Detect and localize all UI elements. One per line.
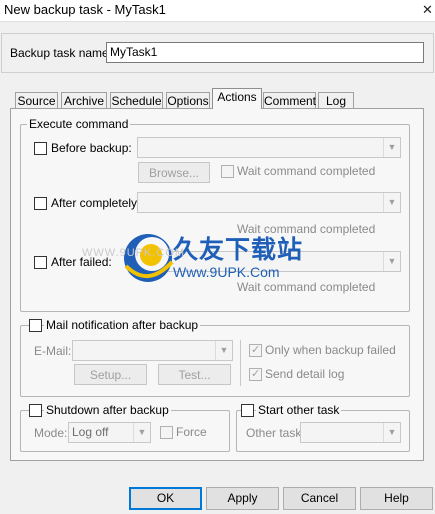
mail-notification-checkbox[interactable] — [29, 319, 42, 332]
mail-notification-group — [20, 325, 410, 397]
other-task-caption: Start other task — [256, 403, 342, 417]
before-backup-checkbox[interactable] — [34, 142, 47, 155]
shutdown-mode-value: Log off — [72, 425, 109, 439]
chevron-down-icon: ▼ — [383, 252, 400, 271]
only-failed-checkbox[interactable] — [249, 343, 262, 357]
mail-setup-button[interactable]: Setup... — [74, 364, 147, 385]
execute-command-caption: Execute command — [27, 117, 131, 131]
wait-command-checkbox[interactable] — [221, 165, 234, 178]
chevron-down-icon: ▼ — [383, 423, 400, 442]
other-task-label: Other task: — [246, 426, 305, 440]
email-combo[interactable]: ▼ — [72, 340, 233, 361]
after-failed-checkbox[interactable] — [34, 256, 47, 269]
mail-test-button[interactable]: Test... — [158, 364, 231, 385]
watermark-url: Www.9UPK.Com — [173, 264, 280, 280]
after-completely-command-combo[interactable]: ▼ — [137, 192, 401, 213]
failed-wait-label: Wait command completed — [237, 280, 376, 294]
chevron-down-icon: ▼ — [215, 341, 232, 360]
tab-actions[interactable]: Actions — [212, 88, 262, 109]
shutdown-checkbox[interactable] — [29, 404, 42, 417]
task-name-label: Backup task name: — [10, 46, 113, 60]
force-checkbox[interactable] — [160, 426, 173, 439]
email-label: E-Mail: — [34, 344, 72, 358]
chevron-down-icon: ▼ — [383, 138, 400, 157]
send-log-label: Send detail log — [265, 367, 345, 381]
other-task-checkbox[interactable] — [241, 404, 254, 417]
cancel-button[interactable]: Cancel — [283, 487, 356, 510]
window-title: New backup task - MyTask1 — [4, 2, 166, 17]
ok-button[interactable]: OK — [129, 487, 202, 510]
close-icon[interactable]: ✕ — [420, 1, 435, 19]
apply-button[interactable]: Apply — [206, 487, 279, 510]
chevron-down-icon: ▼ — [383, 193, 400, 212]
wait-command-label: Wait command completed — [237, 164, 376, 178]
browse-button[interactable]: Browse... — [138, 162, 210, 183]
task-name-input[interactable]: MyTask1 — [106, 42, 424, 63]
title-bar: New backup task - MyTask1 ✕ — [0, 0, 435, 22]
watermark-faint-text: WWW.9UPK.COM — [82, 247, 186, 259]
shutdown-mode-combo[interactable]: Log off ▼ — [68, 422, 151, 443]
send-log-checkbox[interactable] — [249, 367, 262, 381]
chevron-down-icon: ▼ — [133, 423, 150, 442]
before-backup-label: Before backup: — [51, 141, 132, 155]
mail-separator — [240, 340, 241, 386]
mail-notification-caption: Mail notification after backup — [44, 318, 201, 332]
help-button[interactable]: Help — [360, 487, 433, 510]
force-label: Force — [176, 425, 207, 439]
after-completely-checkbox[interactable] — [34, 197, 47, 210]
shutdown-caption: Shutdown after backup — [44, 403, 171, 417]
only-failed-label: Only when backup failed — [265, 343, 396, 357]
watermark-brand: 久友下载站 — [173, 236, 304, 264]
after-completely-label: After completely: — [51, 196, 141, 210]
before-backup-command-combo[interactable]: ▼ — [137, 137, 401, 158]
other-task-combo[interactable]: ▼ — [300, 422, 401, 443]
shutdown-mode-label: Mode: — [34, 426, 68, 440]
